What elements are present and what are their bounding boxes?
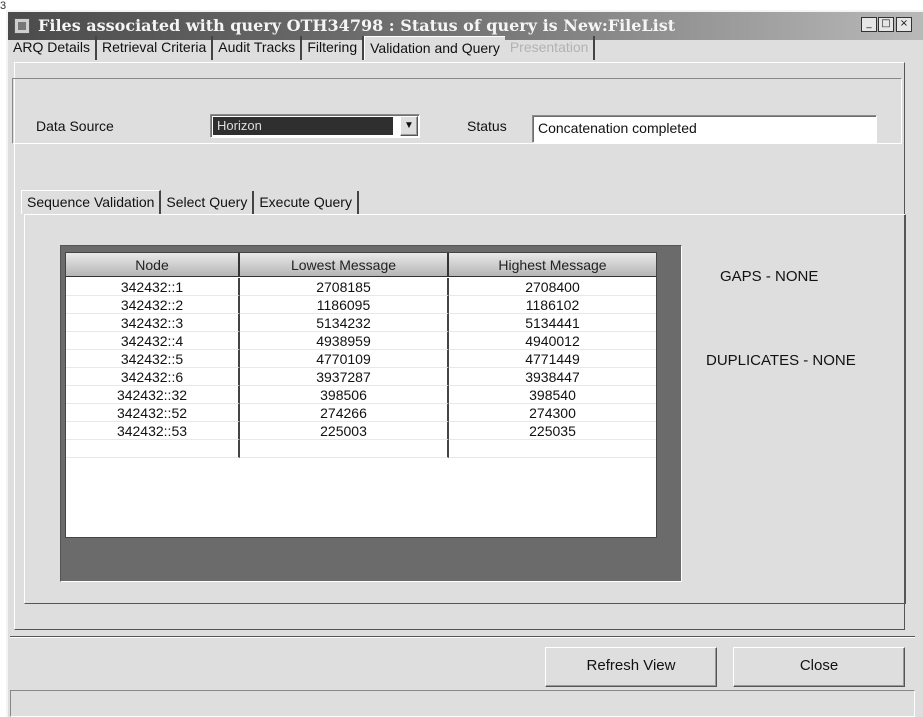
cell-lowest-message[interactable]: 225003 <box>240 422 449 440</box>
cell-node[interactable]: 342432::32 <box>66 386 240 404</box>
cell-node[interactable]: 342432::3 <box>66 314 240 332</box>
status-label: Status <box>467 118 507 134</box>
cell-lowest-message[interactable]: 1186095 <box>240 296 449 314</box>
cell-lowest-message[interactable]: 4770109 <box>240 350 449 368</box>
column-header-lowest-message[interactable]: Lowest Message <box>240 253 449 277</box>
cell-node[interactable]: 342432::52 <box>66 404 240 422</box>
empty-cell[interactable] <box>240 440 449 458</box>
cell-node[interactable]: 342432::5 <box>66 350 240 368</box>
sequence-table[interactable]: Node Lowest Message Highest Message 3424… <box>65 252 657 538</box>
cell-node[interactable]: 342432::2 <box>66 296 240 314</box>
table-row[interactable]: 342432::3 5134232 5134441 <box>66 314 656 332</box>
divider <box>10 636 915 638</box>
table-row[interactable]: 342432::52 274266 274300 <box>66 404 656 422</box>
tab-sequence-validation[interactable]: Sequence Validation <box>21 190 162 214</box>
data-source-label: Data Source <box>36 118 114 134</box>
cell-lowest-message[interactable]: 3937287 <box>240 368 449 386</box>
cell-node[interactable]: 342432::4 <box>66 332 240 350</box>
status-bar <box>10 690 915 717</box>
cell-lowest-message[interactable]: 5134232 <box>240 314 449 332</box>
window-title: Files associated with query OTH34798 : S… <box>38 16 676 35</box>
empty-cell[interactable] <box>66 440 240 458</box>
tab-presentation: Presentation <box>505 36 596 60</box>
close-icon[interactable]: × <box>896 17 912 32</box>
tab-select-query[interactable]: Select Query <box>161 191 255 215</box>
duplicates-summary: DUPLICATES - NONE <box>706 352 856 369</box>
cell-highest-message[interactable]: 274300 <box>449 404 656 422</box>
cell-highest-message[interactable]: 1186102 <box>449 296 656 314</box>
tab-audit-tracks[interactable]: Audit Tracks <box>213 36 303 60</box>
tab-filtering[interactable]: Filtering <box>302 36 365 60</box>
gaps-summary: GAPS - NONE <box>720 268 819 285</box>
cell-highest-message[interactable]: 225035 <box>449 422 656 440</box>
cell-lowest-message[interactable]: 2708185 <box>240 278 449 296</box>
table-row[interactable]: 342432::32 398506 398540 <box>66 386 656 404</box>
table-header: Node Lowest Message Highest Message <box>66 253 656 277</box>
empty-cell[interactable] <box>449 440 656 458</box>
cell-highest-message[interactable]: 3938447 <box>449 368 656 386</box>
minimize-icon[interactable]: _ <box>861 17 877 32</box>
data-source-value: Horizon <box>213 117 393 135</box>
cell-lowest-message[interactable]: 4938959 <box>240 332 449 350</box>
app-icon <box>14 18 30 34</box>
table-row[interactable]: 342432::5 4770109 4771449 <box>66 350 656 368</box>
column-header-node[interactable]: Node <box>66 253 240 277</box>
table-row[interactable]: 342432::2 1186095 1186102 <box>66 296 656 314</box>
cell-highest-message[interactable]: 4940012 <box>449 332 656 350</box>
cell-node[interactable]: 342432::6 <box>66 368 240 386</box>
close-button[interactable]: Close <box>733 647 905 687</box>
table-row-empty[interactable] <box>66 440 656 458</box>
chevron-down-icon[interactable]: ▼ <box>400 116 418 136</box>
sub-tab-strip: Sequence Validation Select Query Execute Q… <box>21 190 359 215</box>
refresh-view-button[interactable]: Refresh View <box>545 647 717 687</box>
table-row[interactable]: 342432::53 225003 225035 <box>66 422 656 440</box>
cell-lowest-message[interactable]: 398506 <box>240 386 449 404</box>
table-row[interactable]: 342432::1 2708185 2708400 <box>66 278 656 296</box>
cell-node[interactable]: 342432::1 <box>66 278 240 296</box>
main-tab-strip: ARQ Details Retrieval Criteria Audit Track… <box>8 36 596 62</box>
cell-highest-message[interactable]: 5134441 <box>449 314 656 332</box>
tab-retrieval-criteria[interactable]: Retrieval Criteria <box>97 36 214 60</box>
table-row[interactable]: 342432::6 3937287 3938447 <box>66 368 656 386</box>
cell-highest-message[interactable]: 4771449 <box>449 350 656 368</box>
cell-highest-message[interactable]: 2708400 <box>449 278 656 296</box>
status-field: Concatenation completed <box>532 115 877 143</box>
column-header-highest-message[interactable]: Highest Message <box>449 253 656 277</box>
tab-arq-details[interactable]: ARQ Details <box>8 36 98 60</box>
cell-lowest-message[interactable]: 274266 <box>240 404 449 422</box>
tab-validation-and-query[interactable]: Validation and Query <box>364 36 505 60</box>
table-row[interactable]: 342432::4 4938959 4940012 <box>66 332 656 350</box>
cell-highest-message[interactable]: 398540 <box>449 386 656 404</box>
data-source-select[interactable]: Horizon ▼ <box>210 114 420 138</box>
tab-execute-query[interactable]: Execute Query <box>254 191 359 215</box>
cell-node[interactable]: 342432::53 <box>66 422 240 440</box>
maximize-icon[interactable]: □ <box>878 17 894 32</box>
